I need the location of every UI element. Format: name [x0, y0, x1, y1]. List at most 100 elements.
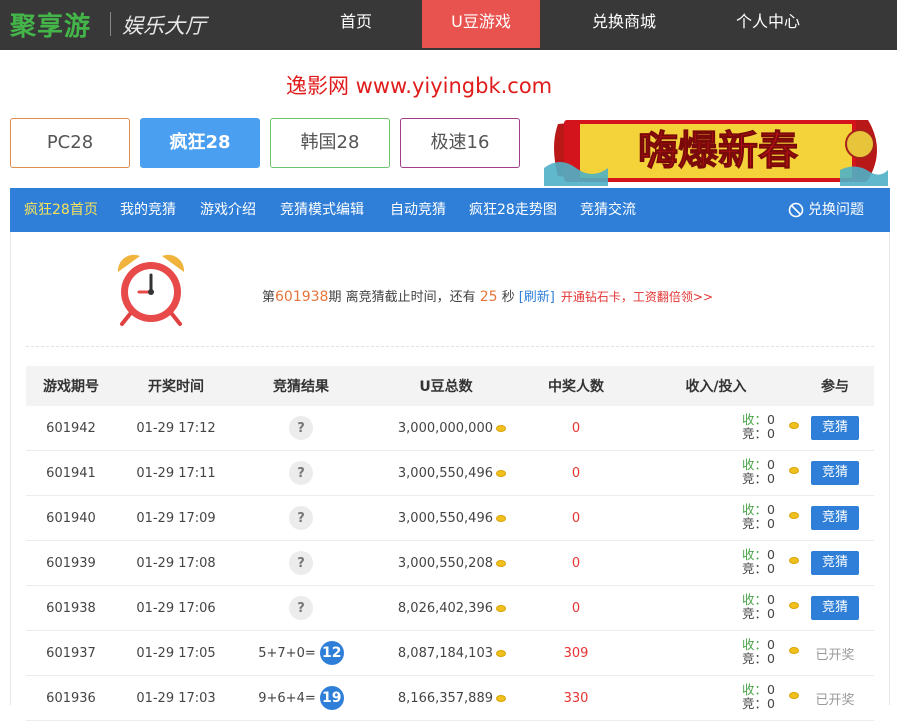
- bet-label: 竞：: [742, 696, 768, 711]
- header-total-udou: U豆总数: [419, 379, 473, 395]
- total-udou-value: 3,000,000,000: [397, 420, 493, 436]
- unknown-result-icon: ?: [289, 416, 313, 440]
- subnav-mode-edit[interactable]: 竞猜模式编辑: [280, 188, 364, 232]
- total-udou: 8,087,184,103: [376, 631, 516, 675]
- subnav-my-bets[interactable]: 我的竞猜: [120, 188, 176, 232]
- draw-result: ?: [246, 586, 356, 630]
- period-id[interactable]: 601941: [26, 451, 116, 495]
- countdown-seconds: 25: [479, 289, 498, 305]
- draw-result: ?: [246, 406, 356, 450]
- exchange-help-label: 兑换问题: [808, 202, 864, 218]
- bet-value: 0: [767, 471, 775, 486]
- income-bet-values: 收：0 竞：0: [742, 413, 775, 441]
- game-tab-speed16[interactable]: 极速16: [400, 118, 520, 168]
- current-period: 601938: [275, 289, 329, 305]
- game-tab-crazy28[interactable]: 疯狂28: [140, 118, 260, 168]
- period-id[interactable]: 601936: [26, 676, 116, 720]
- bet-label: 竞：: [742, 471, 768, 486]
- draw-time: 01-29 17:06: [136, 600, 216, 616]
- participate-cell: 已开奖: [796, 676, 874, 720]
- alarm-clock-icon: [117, 254, 185, 326]
- nav-udou-games[interactable]: U豆游戏: [422, 0, 540, 48]
- income-bet-cell: 收：0 竞：0: [646, 406, 799, 450]
- new-year-banner[interactable]: 嗨爆新春: [540, 116, 890, 188]
- total-udou-value: 3,000,550,496: [397, 510, 493, 526]
- total-udou-value: 3,000,550,208: [397, 555, 493, 571]
- draw-result: 5+7+0= 12: [246, 631, 356, 675]
- nav-exchange-mall[interactable]: 兑换商城: [580, 0, 668, 48]
- game-tab-pc28[interactable]: PC28: [10, 118, 130, 168]
- opened-status: 已开奖: [815, 647, 855, 663]
- draw-formula-text: 5+7+0=: [258, 645, 316, 661]
- refresh-link[interactable]: [刷新]: [519, 290, 555, 305]
- logo[interactable]: 聚享游: [10, 6, 91, 43]
- table-row: 601940 01-29 17:09? 3,000,550,496 0 收：0 竞：0 竞猜: [26, 496, 874, 541]
- bet-value: 0: [767, 651, 775, 666]
- income-label: 收：: [742, 592, 768, 607]
- period-id[interactable]: 601940: [26, 496, 116, 540]
- subnav-auto-bet[interactable]: 自动竞猜: [390, 188, 446, 232]
- sub-nav-bar: 疯狂28首页 我的竞猜 游戏介绍 竞猜模式编辑 自动竞猜 疯狂28走势图 竞猜交…: [10, 188, 890, 232]
- nav-user-center[interactable]: 个人中心: [724, 0, 812, 48]
- income-bet-values: 收：0 竞：0: [742, 503, 775, 531]
- draw-time: 01-29 17:03: [136, 690, 216, 706]
- bet-value: 0: [767, 696, 775, 711]
- bet-button[interactable]: 竞猜: [811, 416, 859, 440]
- header-draw-time: 开奖时间: [148, 379, 204, 395]
- countdown-prefix: 第: [262, 290, 276, 305]
- logo-subtitle: 娱乐大厅: [122, 14, 206, 38]
- subnav-discussion[interactable]: 竞猜交流: [580, 188, 636, 232]
- unknown-result-icon: ?: [289, 596, 313, 620]
- winners-count: 0: [571, 420, 581, 436]
- nav-home[interactable]: 首页: [320, 0, 392, 48]
- income-label: 收：: [742, 412, 768, 427]
- banner-graphic: 嗨爆新春: [544, 120, 888, 186]
- period-id[interactable]: 601937: [26, 631, 116, 675]
- winners-count: 309: [563, 645, 589, 661]
- subnav-exchange-help[interactable]: 兑换问题: [788, 188, 864, 232]
- participate-cell: 竞猜: [796, 496, 874, 540]
- coin-icon: [496, 694, 506, 702]
- participate-cell: 竞猜: [796, 451, 874, 495]
- participate-cell: 竞猜: [796, 586, 874, 630]
- income-bet-cell: 收：0 竞：0: [646, 451, 799, 495]
- total-udou-value: 3,000,550,496: [397, 465, 493, 481]
- draw-result: ?: [246, 496, 356, 540]
- total-udou-value: 8,166,357,889: [397, 690, 493, 706]
- countdown-suffix: 秒: [501, 290, 515, 305]
- header-result: 竞猜结果: [273, 379, 329, 395]
- income-bet-values: 收：0 竞：0: [742, 458, 775, 486]
- income-bet-cell: 收：0 竞：0: [646, 676, 799, 720]
- bet-button[interactable]: 竞猜: [811, 506, 859, 530]
- draw-result: ?: [246, 541, 356, 585]
- bet-table: 游戏期号 开奖时间 竞猜结果 U豆总数 中奖人数 收入/投入 参与 601942…: [26, 366, 874, 721]
- coin-icon: [496, 424, 506, 432]
- income-label: 收：: [742, 547, 768, 562]
- subnav-game-intro[interactable]: 游戏介绍: [200, 188, 256, 232]
- income-value: 0: [767, 412, 775, 427]
- table-row: 601942 01-29 17:12? 3,000,000,000 0 收：0 竞：0 竞猜: [26, 406, 874, 451]
- coin-icon: [496, 469, 506, 477]
- bet-label: 竞：: [742, 561, 768, 576]
- period-id[interactable]: 601938: [26, 586, 116, 630]
- game-tab-korea28[interactable]: 韩国28: [270, 118, 390, 168]
- period-id[interactable]: 601942: [26, 406, 116, 450]
- bet-value: 0: [767, 426, 775, 441]
- table-row: 601941 01-29 17:11? 3,000,550,496 0 收：0 竞：0 竞猜: [26, 451, 874, 496]
- bet-button[interactable]: 竞猜: [811, 461, 859, 485]
- subnav-crazy28-home[interactable]: 疯狂28首页: [24, 188, 98, 232]
- table-header: 游戏期号 开奖时间 竞猜结果 U豆总数 中奖人数 收入/投入 参与: [26, 366, 874, 406]
- income-bet-values: 收：0 竞：0: [742, 593, 775, 621]
- winners-count: 330: [563, 690, 589, 706]
- bet-button[interactable]: 竞猜: [811, 551, 859, 575]
- total-udou-value: 8,026,402,396: [397, 600, 493, 616]
- period-id[interactable]: 601939: [26, 541, 116, 585]
- draw-time: 01-29 17:09: [136, 510, 216, 526]
- bet-label: 竞：: [742, 651, 768, 666]
- unknown-result-icon: ?: [289, 461, 313, 485]
- bet-button[interactable]: 竞猜: [811, 596, 859, 620]
- subnav-trend-chart[interactable]: 疯狂28走势图: [469, 188, 557, 232]
- draw-time: 01-29 17:08: [136, 555, 216, 571]
- diamond-card-promo-link[interactable]: 开通钻石卡，工资翻倍领>>: [561, 290, 713, 304]
- coin-icon: [496, 514, 506, 522]
